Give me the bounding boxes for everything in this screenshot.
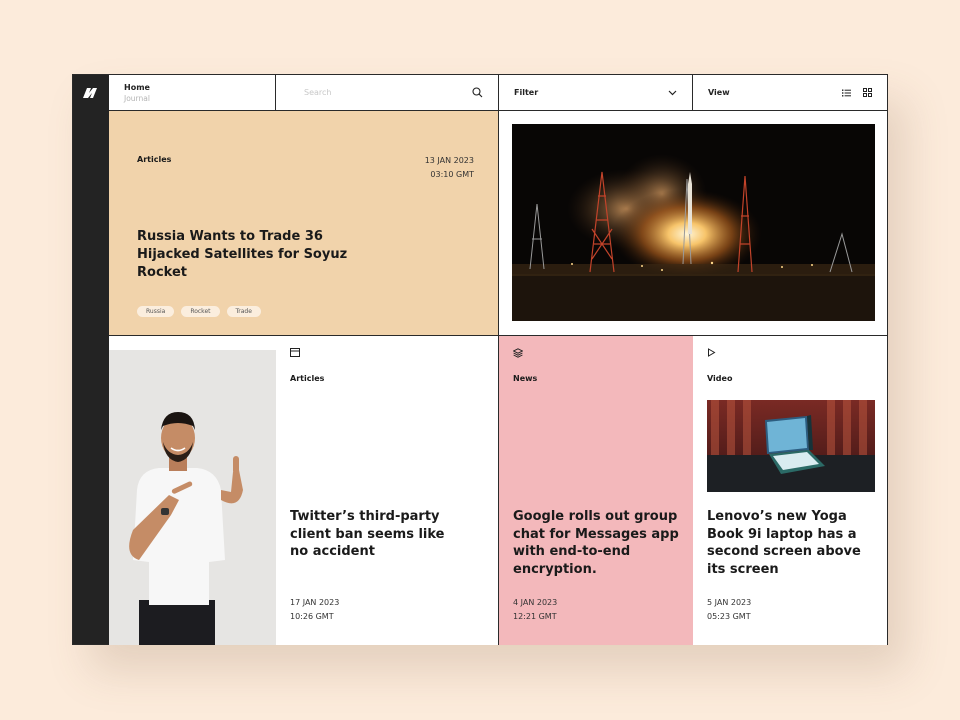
view-switcher: View [693, 75, 887, 110]
search-input[interactable]: Search [304, 88, 331, 97]
app-window: Home Journal Search Filter View Articles… [72, 74, 888, 645]
featured-date-time: 03:10 GMT [430, 170, 474, 179]
card-date-time: 05:23 GMT [707, 612, 751, 621]
tag-list: Russia Rocket Trade [137, 306, 261, 317]
tag-russia[interactable]: Russia [137, 306, 175, 317]
card-date: 5 JAN 2023 05:23 GMT [707, 596, 751, 624]
card-date-day: 4 JAN 2023 [513, 598, 558, 607]
filter-label: Filter [514, 88, 539, 97]
breadcrumb-home[interactable]: Home [124, 82, 150, 93]
top-bar: Home Journal Search Filter View [109, 75, 887, 111]
rocket-launch-image[interactable] [512, 124, 875, 321]
featured-article-card[interactable]: Articles 13 JAN 2023 03:10 GMT Russia Wa… [109, 111, 499, 336]
featured-image-cell [499, 111, 887, 336]
sidebar-rail [73, 75, 109, 644]
filter-dropdown[interactable]: Filter [499, 75, 693, 110]
card-title[interactable]: Twitter’s third-party client ban seems l… [290, 508, 460, 561]
card-category: Video [707, 374, 733, 383]
list-view-icon[interactable] [842, 89, 851, 97]
card-title[interactable]: Lenovo’s new Yoga Book 9i laptop has a s… [707, 508, 877, 578]
search-icon[interactable] [472, 87, 483, 98]
tag-rocket[interactable]: Rocket [181, 306, 220, 317]
logo-icon [83, 88, 97, 98]
chevron-down-icon [668, 90, 677, 95]
featured-date: 13 JAN 2023 03:10 GMT [425, 154, 474, 182]
video-card-lenovo[interactable]: Video Lenovo’s new Yoga Book 9i laptop h… [693, 336, 887, 645]
brand-logo[interactable] [73, 75, 109, 111]
image-gutter [109, 336, 276, 350]
card-category: News [513, 374, 538, 383]
breadcrumb[interactable]: Home Journal [109, 75, 276, 110]
article-card-twitter[interactable]: Articles Twitter’s third-party client ba… [276, 336, 499, 645]
person-image-cell [109, 336, 276, 645]
laptop-video-thumbnail[interactable] [707, 400, 875, 492]
view-label: View [708, 88, 730, 97]
content-grid: Articles 13 JAN 2023 03:10 GMT Russia Wa… [109, 111, 887, 645]
grid-view-icon[interactable] [863, 88, 872, 97]
search-box[interactable]: Search [276, 75, 499, 110]
layers-icon [513, 348, 523, 358]
featured-category: Articles [137, 155, 172, 164]
man-pointing-image[interactable] [109, 350, 276, 645]
featured-title[interactable]: Russia Wants to Trade 36 Hijacked Satell… [137, 228, 387, 282]
card-date-time: 10:26 GMT [290, 612, 334, 621]
card-title[interactable]: Google rolls out group chat for Messages… [513, 508, 683, 578]
breadcrumb-current: Journal [124, 93, 150, 103]
tag-trade[interactable]: Trade [226, 306, 261, 317]
card-date-day: 5 JAN 2023 [707, 598, 752, 607]
browser-window-icon [290, 348, 300, 357]
card-date: 17 JAN 2023 10:26 GMT [290, 596, 339, 624]
card-date-time: 12:21 GMT [513, 612, 557, 621]
news-card-google[interactable]: News Google rolls out group chat for Mes… [499, 336, 693, 645]
featured-date-day: 13 JAN 2023 [424, 156, 474, 165]
card-date-day: 17 JAN 2023 [290, 598, 340, 607]
card-date: 4 JAN 2023 12:21 GMT [513, 596, 557, 624]
card-category: Articles [290, 374, 325, 383]
play-icon [708, 348, 716, 357]
